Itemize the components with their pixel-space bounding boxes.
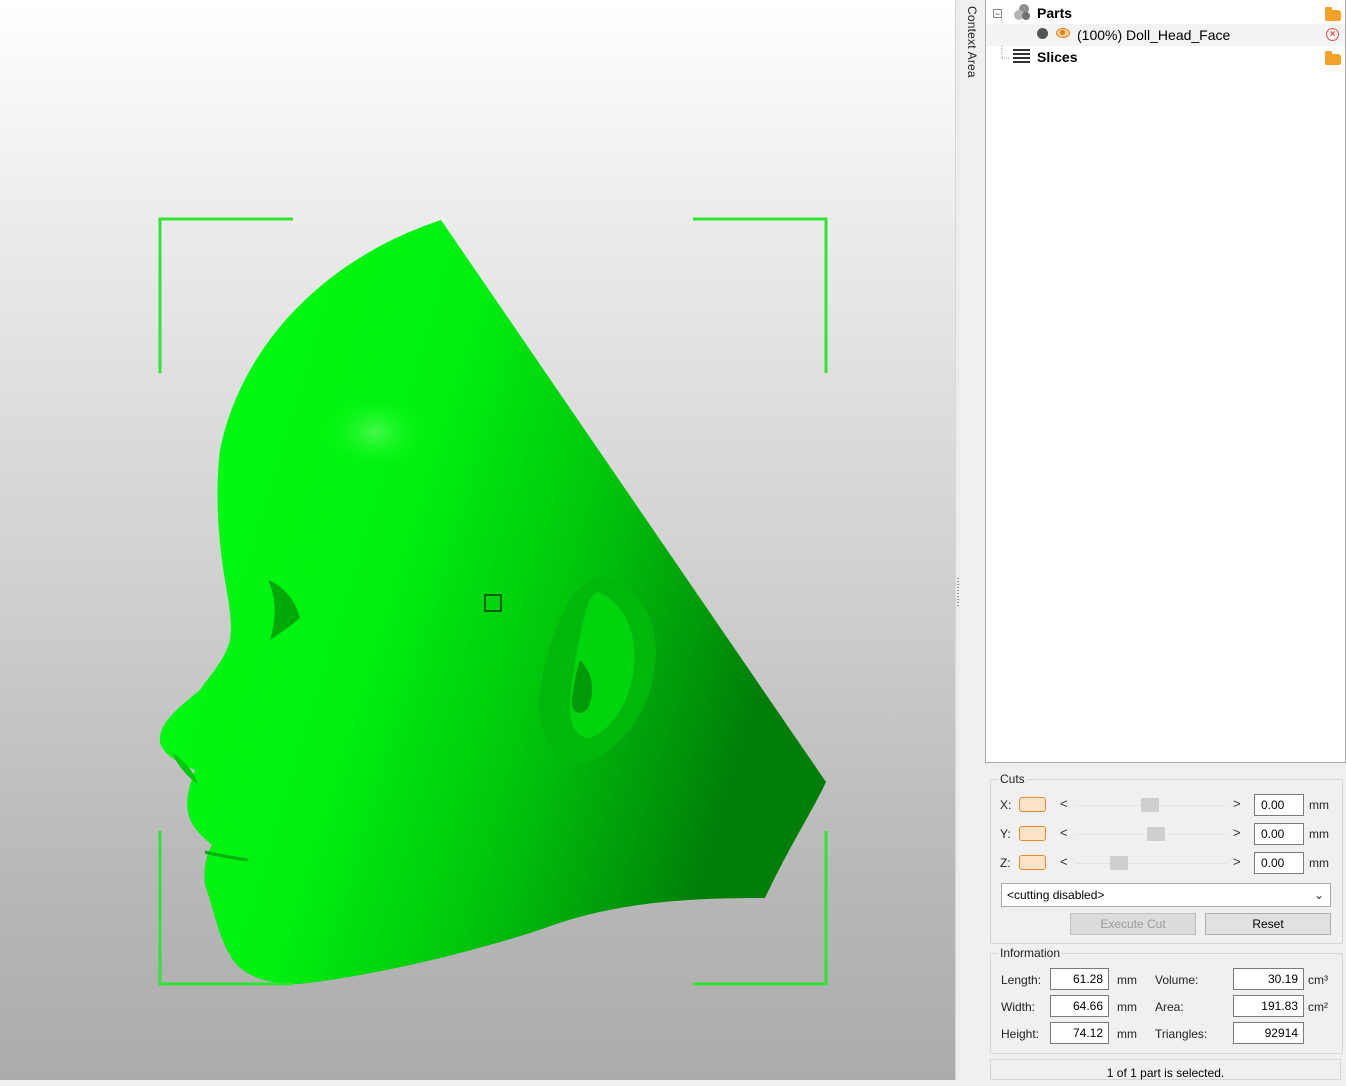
execute-cut-button[interactable]: Execute Cut xyxy=(1070,913,1196,935)
status-text: 1 of 1 part is selected. xyxy=(1106,1066,1225,1080)
visibility-eye-icon[interactable] xyxy=(1056,28,1070,38)
splitter-grip[interactable] xyxy=(957,578,959,608)
chevron-left-icon[interactable]: < xyxy=(1060,825,1068,840)
collapse-icon[interactable]: − xyxy=(993,9,1002,19)
length-unit: mm xyxy=(1117,973,1137,987)
width-unit: mm xyxy=(1117,1000,1137,1014)
context-area-label: Context Area xyxy=(965,6,979,78)
length-value: 61.28 xyxy=(1050,968,1109,990)
cut-slider-z[interactable] xyxy=(1075,856,1227,870)
slider-thumb[interactable] xyxy=(1141,798,1159,812)
height-value: 74.12 xyxy=(1050,1022,1109,1044)
cut-axis-label: Y: xyxy=(1000,827,1011,841)
open-folder-icon[interactable] xyxy=(1325,7,1341,21)
tree-row-parts[interactable]: − Parts xyxy=(986,2,1345,24)
cuts-title: Cuts xyxy=(998,772,1027,786)
3d-viewport[interactable] xyxy=(0,0,955,1080)
part-dot-icon xyxy=(1037,28,1048,39)
cut-color-swatch-z[interactable] xyxy=(1019,855,1046,870)
cut-value-y[interactable]: 0.00 xyxy=(1254,823,1304,845)
height-label: Height: xyxy=(1001,1027,1040,1041)
volume-label: Volume: xyxy=(1155,973,1199,987)
slider-thumb[interactable] xyxy=(1147,827,1165,841)
chevron-left-icon[interactable]: < xyxy=(1060,796,1068,811)
chevron-left-icon[interactable]: < xyxy=(1060,854,1068,869)
cutting-mode-select[interactable]: <cutting disabled> ⌄ xyxy=(1001,883,1331,907)
cut-slider-y[interactable] xyxy=(1075,827,1227,841)
slices-icon xyxy=(1013,49,1030,63)
area-value: 191.83 xyxy=(1233,995,1304,1017)
cutting-mode-value: <cutting disabled> xyxy=(1007,888,1105,902)
tree-row-part-doll-head-face[interactable]: (100%) Doll_Head_Face × xyxy=(986,24,1345,46)
selection-status: 1 of 1 part is selected. xyxy=(990,1059,1341,1080)
width-value: 64.66 xyxy=(1050,995,1109,1017)
cut-unit: mm xyxy=(1309,827,1329,841)
volume-unit: cm³ xyxy=(1308,973,1328,987)
volume-value: 30.19 xyxy=(1233,968,1304,990)
tree-label-parts: Parts xyxy=(1037,5,1073,21)
cut-axis-label: X: xyxy=(1000,798,1012,812)
area-unit: cm² xyxy=(1308,1000,1328,1014)
triangles-label: Triangles: xyxy=(1155,1027,1208,1041)
tree-label-part: (100%) Doll_Head_Face xyxy=(1077,27,1231,43)
cut-value-z[interactable]: 0.00 xyxy=(1254,852,1304,874)
context-area-tab[interactable]: Context Area xyxy=(960,0,985,1080)
slider-thumb[interactable] xyxy=(1110,856,1128,870)
cut-unit: mm xyxy=(1309,798,1329,812)
parts-tree[interactable]: − Parts (100%) Doll_Head_Face × Slices xyxy=(985,0,1346,763)
parts-icon xyxy=(1014,4,1030,20)
tree-row-slices[interactable]: Slices xyxy=(986,46,1345,68)
tree-label-slices: Slices xyxy=(1037,49,1078,65)
chevron-down-icon: ⌄ xyxy=(1313,888,1324,902)
width-label: Width: xyxy=(1001,1000,1036,1014)
remove-part-icon[interactable]: × xyxy=(1326,28,1339,41)
area-label: Area: xyxy=(1155,1000,1184,1014)
doll-head-face-model[interactable] xyxy=(159,220,827,985)
cut-axis-label: Z: xyxy=(1000,856,1011,870)
cut-value-x[interactable]: 0.00 xyxy=(1254,794,1304,816)
cut-slider-x[interactable] xyxy=(1075,798,1227,812)
length-label: Length: xyxy=(1001,973,1042,987)
chevron-right-icon[interactable]: > xyxy=(1233,854,1241,869)
cut-color-swatch-y[interactable] xyxy=(1019,826,1046,841)
height-unit: mm xyxy=(1117,1027,1137,1041)
cut-unit: mm xyxy=(1309,856,1329,870)
information-title: Information xyxy=(998,946,1063,960)
model-render[interactable] xyxy=(0,0,955,1080)
triangles-value: 92914 xyxy=(1233,1022,1304,1044)
cut-color-swatch-x[interactable] xyxy=(1019,797,1046,812)
chevron-right-icon[interactable]: > xyxy=(1233,796,1241,811)
specular-highlight xyxy=(320,392,430,472)
reset-button[interactable]: Reset xyxy=(1205,913,1331,935)
chevron-right-icon[interactable]: > xyxy=(1233,825,1241,840)
open-folder-icon[interactable] xyxy=(1325,51,1341,65)
